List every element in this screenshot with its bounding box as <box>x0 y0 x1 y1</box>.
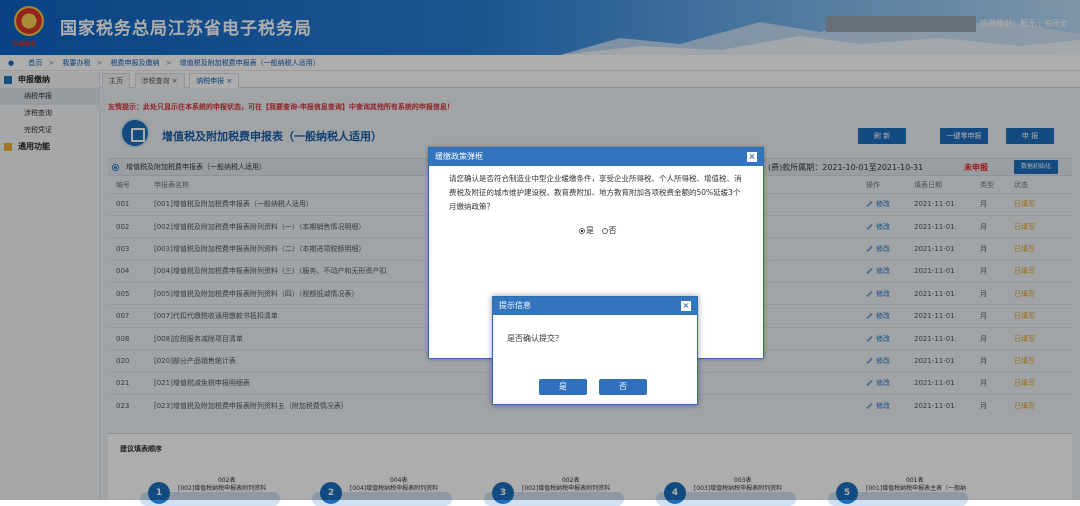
policy-dialog-text: 请您确认是否符合制造业中型企业缓缴条件，享受企业所得税、个人所得税、增值税、消费… <box>449 174 742 211</box>
confirm-dialog-header: 提示信息 × <box>493 297 697 315</box>
confirm-yes-button[interactable]: 是 <box>539 379 587 395</box>
policy-dialog-header: 缓缴政策弹框 × <box>429 148 763 166</box>
confirm-no-button[interactable]: 否 <box>599 379 647 395</box>
radio-no-label[interactable]: 否 <box>609 226 617 235</box>
close-icon[interactable]: × <box>747 152 757 162</box>
confirm-dialog-title: 提示信息 <box>499 301 531 310</box>
confirm-message: 是否确认提交？ <box>507 334 563 343</box>
radio-yes-label[interactable]: 是 <box>586 226 594 235</box>
radio-no-icon[interactable] <box>601 227 608 234</box>
confirm-dialog: 提示信息 × 是否确认提交？ 是 否 <box>492 296 698 405</box>
policy-radio-group: 是 否 <box>579 225 617 236</box>
policy-dialog-title: 缓缴政策弹框 <box>435 152 483 161</box>
close-icon[interactable]: × <box>681 301 691 311</box>
radio-yes-icon[interactable] <box>579 227 585 234</box>
